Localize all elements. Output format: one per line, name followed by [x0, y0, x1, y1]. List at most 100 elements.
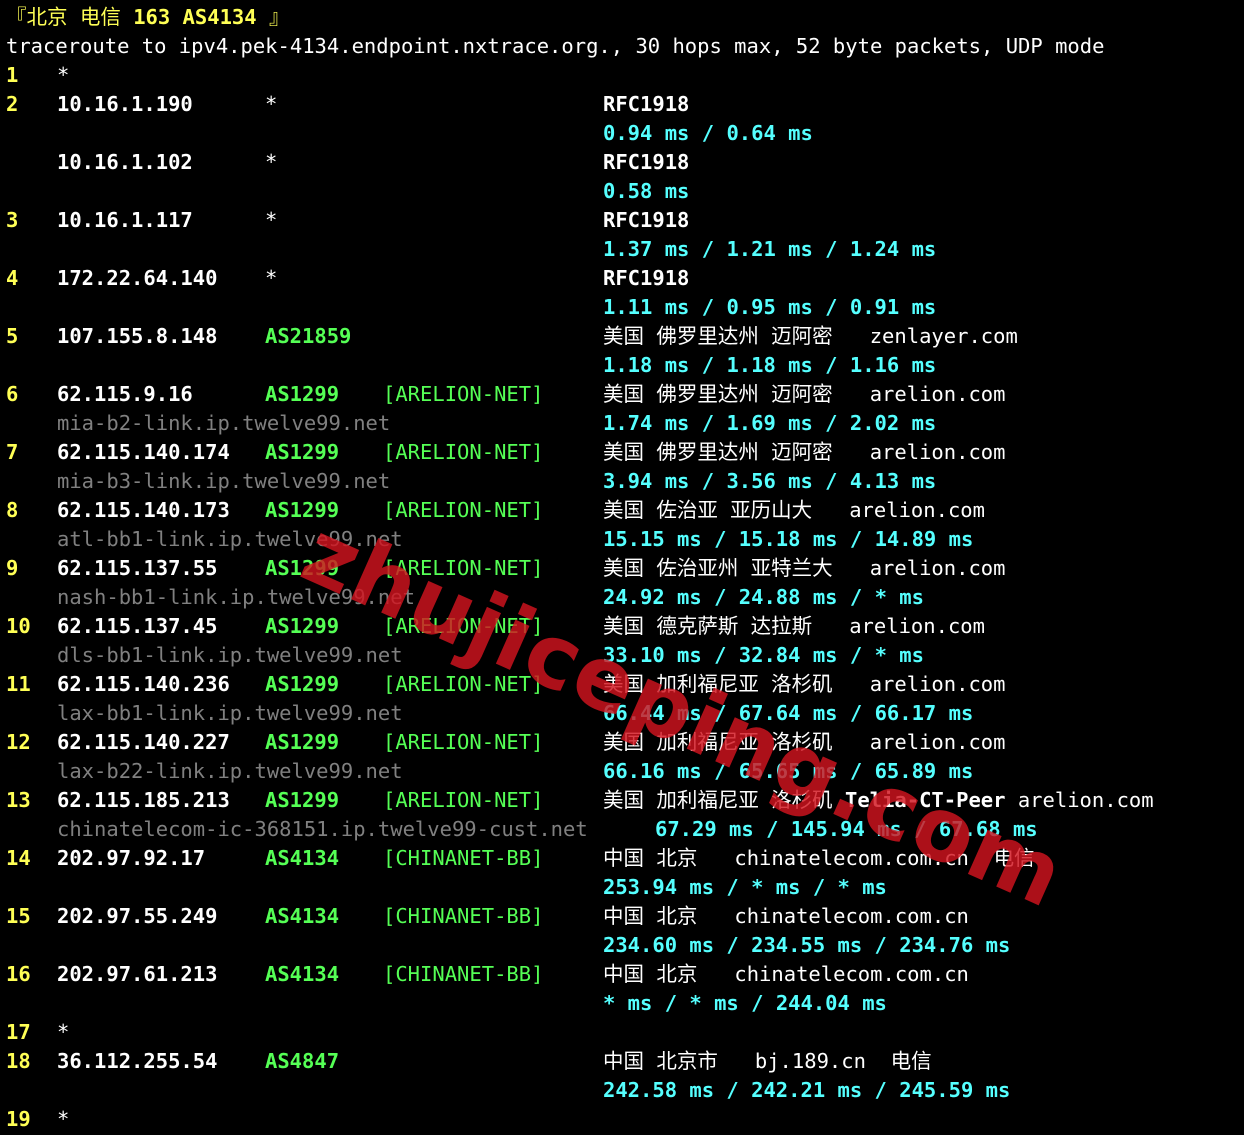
geo-location: 美国 佐治亚 亚历山大 [603, 498, 813, 522]
ip-address: 62.115.137.45 [57, 614, 218, 638]
rtt-value: 15.18 ms [738, 527, 838, 551]
rtt-value: 15.15 ms [603, 527, 702, 551]
rtt-value: 244.04 ms [775, 991, 887, 1015]
command-line: traceroute to ipv4.pek-4134.endpoint.nxt… [6, 34, 1105, 58]
hop-number: 14 [6, 846, 31, 870]
geo-info: 美国 佛罗里达州 迈阿密 arelion.com [603, 380, 1005, 409]
rtt-values: 24.92 ms / 24.88 ms / * ms [603, 585, 924, 609]
rtt-value: 2.02 ms [849, 411, 937, 435]
ip-address: 62.115.140.174 [57, 440, 230, 464]
rtt-value: 67.68 ms [938, 817, 1038, 841]
hop-number: 13 [6, 788, 31, 812]
rtt-value: 253.94 ms [603, 875, 715, 899]
domain-label: arelion.com [849, 498, 985, 522]
rtt-value: 234.60 ms [603, 933, 715, 957]
geo-location: 中国 北京 [603, 962, 698, 986]
geo-location: 美国 佛罗里达州 迈阿密 [603, 440, 833, 464]
rtt-value: 1.21 ms [726, 237, 813, 261]
domain-label: arelion.com [849, 614, 985, 638]
ip-address: 202.97.61.213 [57, 962, 218, 986]
asn-label: AS4134 [265, 962, 340, 986]
rtt-value: 67.29 ms [655, 817, 754, 841]
rtt-values: 66.16 ms / 65.65 ms / 65.89 ms [603, 759, 974, 783]
net-name: [ARELION-NET] [383, 556, 544, 580]
domain-label: arelion.com [869, 672, 1006, 696]
header-carrier: 电信 [79, 5, 121, 29]
rtt-value: 24.88 ms [738, 585, 838, 609]
rtt-value: * ms [837, 875, 887, 899]
hop-number: 1 [6, 63, 19, 87]
geo-location: 中国 北京市 [603, 1049, 718, 1073]
geo-info: RFC1918 [603, 206, 689, 235]
asn-label: AS1299 [265, 730, 340, 754]
geo-info: 美国 加利福尼亚 洛杉矶 Telia-CT-Peer arelion.com [603, 786, 1154, 815]
rtt-value: 4.13 ms [849, 469, 937, 493]
rtt-values: 1.74 ms / 1.69 ms / 2.02 ms [603, 411, 937, 435]
rtt-value: 66.16 ms [603, 759, 702, 783]
net-name: [ARELION-NET] [383, 440, 544, 464]
rtt-value: 234.76 ms [899, 933, 1011, 957]
rtt-values: 1.37 ms / 1.21 ms / 1.24 ms [603, 237, 937, 261]
geo-info: 美国 佛罗里达州 迈阿密 zenlayer.com [603, 322, 1018, 351]
geo-info: 美国 佐治亚 亚历山大 arelion.com [603, 496, 985, 525]
asn-label: AS1299 [265, 672, 340, 696]
trace-header: 『北京 电信 163 AS4134 』 [6, 3, 289, 32]
geo-info: 美国 佛罗里达州 迈阿密 arelion.com [603, 438, 1005, 467]
rtt-values: 1.18 ms / 1.18 ms / 1.16 ms [603, 353, 937, 377]
domain-label: arelion.com [869, 730, 1006, 754]
peer-label: Telia-CT-Peer [845, 788, 1006, 812]
geo-location: RFC1918 [603, 150, 690, 174]
header-city: 北京 [26, 5, 68, 29]
geo-info: 中国 北京 chinatelecom.com.cn [603, 902, 969, 931]
rtt-values: 3.94 ms / 3.56 ms / 4.13 ms [603, 469, 937, 493]
rtt-value: 1.69 ms [726, 411, 813, 435]
rtt-value: 245.59 ms [899, 1078, 1011, 1102]
reverse-dns: mia-b3-link.ip.twelve99.net [57, 469, 391, 493]
ip-address: 202.97.55.249 [57, 904, 218, 928]
ip-address: 62.115.9.16 [57, 382, 193, 406]
rtt-value: 32.84 ms [738, 643, 838, 667]
geo-info: 美国 佐治亚州 亚特兰大 arelion.com [603, 554, 1005, 583]
domain-label: bj.189.cn [754, 1049, 866, 1073]
hop-number: 3 [6, 208, 19, 232]
net-name: [ARELION-NET] [383, 672, 544, 696]
geo-location: 美国 加利福尼亚 洛杉矶 [603, 672, 833, 696]
rtt-value: 0.58 ms [603, 179, 690, 203]
domain-label: arelion.com [869, 556, 1006, 580]
ip-address: * [57, 1020, 70, 1044]
rtt-value: * ms [751, 875, 801, 899]
geo-info: 美国 加利福尼亚 洛杉矶 arelion.com [603, 670, 1005, 699]
rtt-value: 24.92 ms [603, 585, 702, 609]
geo-location: 美国 德克萨斯 达拉斯 [603, 614, 813, 638]
isp-label: 电信 [890, 1049, 932, 1073]
rtt-value: 0.64 ms [726, 121, 813, 145]
ip-address: 172.22.64.140 [57, 266, 218, 290]
asn-label: AS1299 [265, 788, 340, 812]
hop-number: 8 [6, 498, 19, 522]
geo-location: RFC1918 [603, 266, 690, 290]
hop-number: 18 [6, 1049, 31, 1073]
ip-address: 10.16.1.190 [57, 92, 193, 116]
geo-location: RFC1918 [603, 92, 690, 116]
hop-number: 4 [6, 266, 19, 290]
geo-location: 中国 北京 [603, 846, 698, 870]
ip-address: 10.16.1.102 [57, 150, 193, 174]
hop-number: 19 [6, 1107, 31, 1131]
rtt-value: 33.10 ms [603, 643, 702, 667]
header-net-label: 163 AS4134 [133, 5, 257, 29]
hop-number: 11 [6, 672, 31, 696]
hop-number: 2 [6, 92, 19, 116]
isp-label: 电信 [993, 846, 1035, 870]
net-name: [CHINANET-BB] [383, 846, 544, 870]
asn-label: AS4847 [265, 1049, 340, 1073]
ip-address: 62.115.137.55 [57, 556, 218, 580]
reverse-dns: mia-b2-link.ip.twelve99.net [57, 411, 391, 435]
ip-address: 62.115.140.236 [57, 672, 230, 696]
geo-info: RFC1918 [603, 148, 689, 177]
geo-info: 美国 德克萨斯 达拉斯 arelion.com [603, 612, 985, 641]
hop-number: 16 [6, 962, 31, 986]
asn-label: AS1299 [265, 556, 340, 580]
asn-label: * [265, 150, 278, 174]
rtt-values: 234.60 ms / 234.55 ms / 234.76 ms [603, 933, 1011, 957]
asn-label: * [265, 208, 278, 232]
